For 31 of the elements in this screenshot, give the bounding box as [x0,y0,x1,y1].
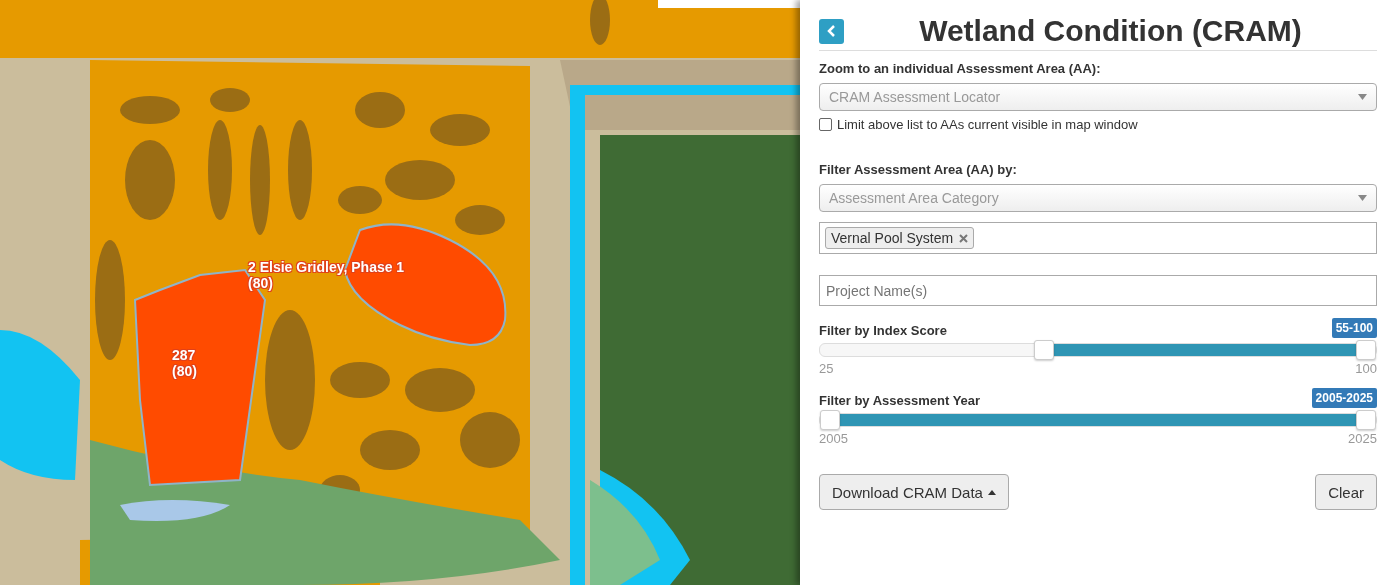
checkbox-label: Limit above list to AAs current visible in map window [837,117,1138,132]
caret-up-icon [987,489,996,495]
range-value-badge: 55-100 [1331,318,1377,338]
section-label: Filter Assessment Area (AA) by: [819,162,1018,177]
dropdown-placeholder: Assessment Area Category [829,190,999,206]
back-button[interactable] [819,18,844,44]
range-value-badge: 2005-2025 [1311,388,1377,408]
slider-min-label: 2005 [819,431,848,446]
close-icon[interactable] [959,233,969,243]
map-label: 287 (80) [172,347,197,379]
clear-button[interactable]: Clear [1315,474,1377,510]
dropdown-placeholder: CRAM Assessment Locator [829,89,1001,105]
panel-title: Wetland Condition (CRAM) [918,14,1303,48]
slider-handle[interactable] [1356,410,1376,430]
download-button[interactable]: Download CRAM Data [819,474,1009,510]
chevron-left-icon [826,25,837,37]
checkbox[interactable] [819,118,832,131]
slider-handle[interactable] [820,410,840,430]
slider-label: Filter by Assessment Year [819,393,981,408]
slider-max-label: 2025 [1348,431,1377,446]
tag-input-field[interactable]: Vernal Pool System [819,222,1377,254]
tag-label: Vernal Pool System [831,230,954,246]
slider-min-label: 25 [819,361,834,376]
slider-max-label: 100 [1355,361,1377,376]
slider-handle[interactable] [1356,340,1376,360]
slider-label: Filter by Index Score [819,323,947,338]
section-label: Zoom to an individual Assessment Area (AA): [819,61,1102,76]
project-name-field[interactable]: Project Name(s) [819,275,1377,306]
caret-down-icon [1358,195,1367,201]
slider-handle[interactable] [1034,340,1055,360]
caret-down-icon [1358,94,1367,100]
